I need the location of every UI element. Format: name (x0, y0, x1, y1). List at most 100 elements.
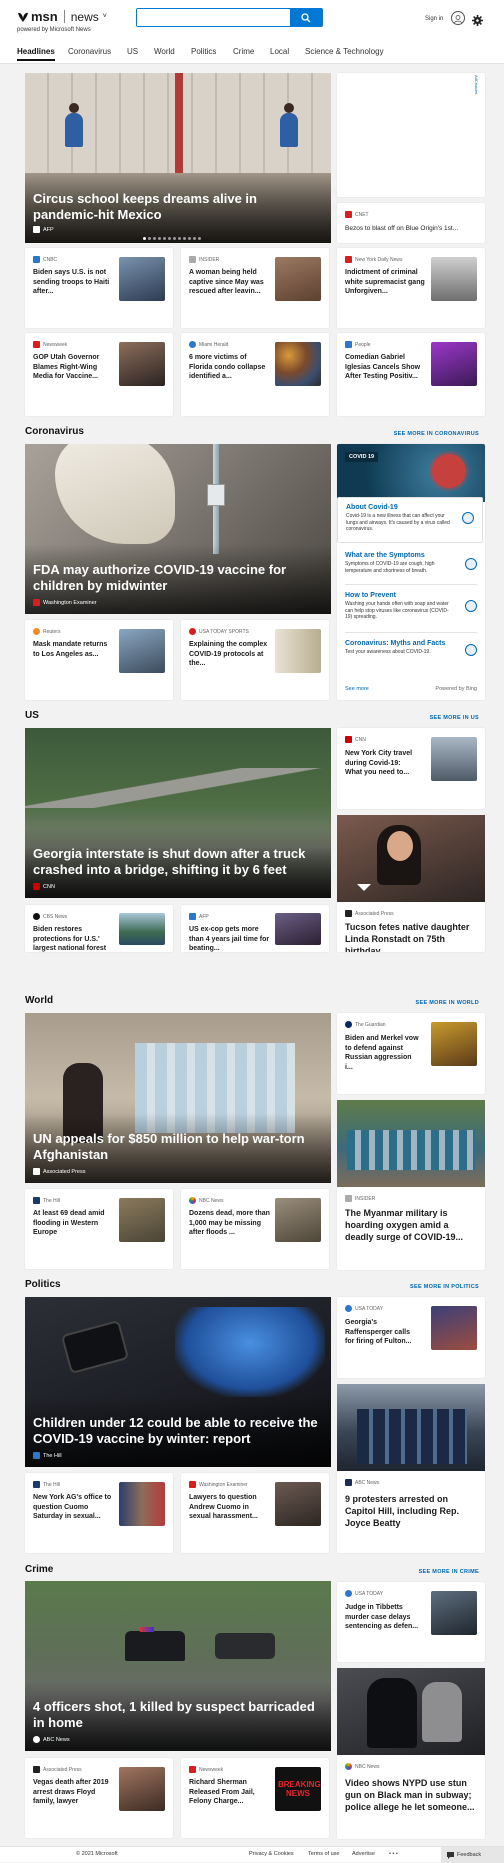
card-title[interactable]: Explaining the complex COVID-19 protocol… (189, 640, 271, 669)
search-input[interactable] (137, 9, 290, 26)
ad-card[interactable]: AdChoices (337, 73, 485, 197)
card-title[interactable]: Mask mandate returns to Los Angeles as..… (33, 640, 115, 659)
image-card[interactable] (337, 815, 485, 902)
card-title[interactable]: Richard Sherman Released From Jail, Felo… (189, 1778, 271, 1807)
card-title[interactable]: New York City travel during Covid-19: Wh… (345, 749, 419, 778)
covid-item-prevent[interactable]: How to Prevent Washing your hands often … (345, 592, 477, 621)
hero-title[interactable]: 4 officers shot, 1 killed by suspect bar… (33, 1699, 323, 1731)
thumbnail[interactable] (275, 257, 321, 301)
card-title[interactable]: Comedian Gabriel Iglesias Cancels Show A… (345, 353, 427, 382)
card-title[interactable]: Indictment of criminal white supremacist… (345, 268, 427, 297)
hero-card[interactable]: Georgia interstate is shut down after a … (25, 728, 331, 898)
hero-title[interactable]: Georgia interstate is shut down after a … (33, 846, 323, 878)
thumbnail[interactable] (275, 913, 321, 945)
tab-science-technology[interactable]: Science & Technology (305, 47, 384, 56)
card-title[interactable]: Tucson fetes native daughter Linda Ronst… (345, 921, 475, 952)
hero-card[interactable]: 4 officers shot, 1 killed by suspect bar… (25, 1581, 331, 1751)
news-card[interactable]: CNN New York City travel during Covid-19… (337, 728, 485, 809)
image-card[interactable] (337, 1668, 485, 1755)
thumbnail[interactable] (119, 1198, 165, 1242)
card-title[interactable]: Dozens dead, more than 1,000 may be miss… (189, 1209, 271, 1238)
news-card[interactable]: New York Daily News Indictment of crimin… (337, 248, 485, 328)
news-card[interactable]: CBS News Biden restores protections for … (25, 905, 173, 952)
hero-card[interactable]: UN appeals for $850 million to help war-… (25, 1013, 331, 1183)
privacy-link[interactable]: Privacy & Cookies (249, 1851, 294, 1857)
ad-choices[interactable]: AdChoices (474, 75, 479, 94)
section-heading-world[interactable]: World (25, 995, 53, 1006)
hero-title[interactable]: UN appeals for $850 million to help war-… (33, 1131, 323, 1163)
card-title[interactable]: A woman being held captive since May was… (189, 268, 271, 297)
terms-link[interactable]: Terms of use (308, 1851, 339, 1857)
thumbnail[interactable] (275, 1482, 321, 1526)
news-card[interactable]: USA TODAY Georgia's Raffensperger calls … (337, 1297, 485, 1378)
more-icon[interactable]: • • • (389, 1851, 398, 1857)
card-title[interactable]: 6 more victims of Florida condo collapse… (189, 353, 271, 382)
section-heading-crime[interactable]: Crime (25, 1564, 53, 1575)
thumbnail[interactable] (119, 629, 165, 673)
tab-local[interactable]: Local (270, 47, 289, 56)
covid-item-title[interactable]: About Covid-19 (346, 504, 474, 511)
thumbnail[interactable] (119, 1767, 165, 1811)
thumbnail[interactable] (275, 342, 321, 386)
hero-title[interactable]: Circus school keeps dreams alive in pand… (33, 191, 323, 223)
news-card[interactable]: NBC News Video shows NYPD use stun gun o… (337, 1755, 485, 1839)
card-title[interactable]: New York AG's office to question Cuomo S… (33, 1493, 115, 1522)
news-card[interactable]: Newsweek Richard Sherman Released From J… (181, 1758, 329, 1838)
thumbnail[interactable] (431, 1591, 477, 1635)
thumbnail[interactable]: BREAKING NEWS (275, 1767, 321, 1811)
see-more-world[interactable]: SEE MORE IN WORLD (416, 1000, 479, 1006)
thumbnail[interactable] (119, 257, 165, 301)
avatar[interactable] (451, 11, 465, 25)
tab-coronavirus[interactable]: Coronavirus (68, 47, 111, 56)
card-title[interactable]: Biden and Merkel vow to defend against R… (345, 1034, 419, 1072)
card-title[interactable]: Biden restores protections for U.S.' lar… (33, 925, 115, 952)
sign-in-link[interactable]: Sign in (425, 16, 443, 22)
feedback-button[interactable]: Feedback (441, 1847, 504, 1863)
chevron-down-icon[interactable]: ˅ (103, 13, 107, 20)
tab-crime[interactable]: Crime (233, 47, 254, 56)
section-heading-coronavirus[interactable]: Coronavirus (25, 426, 84, 437)
card-title[interactable]: At least 69 dead amid flooding in Wester… (33, 1209, 115, 1238)
tab-headlines[interactable]: Headlines (17, 47, 55, 61)
thumbnail[interactable] (431, 342, 477, 386)
news-card[interactable]: Associated Press Tucson fetes native dau… (337, 902, 485, 952)
thumbnail[interactable] (431, 1022, 477, 1066)
news-card[interactable]: The Hill New York AG's office to questio… (25, 1473, 173, 1553)
see-more-politics[interactable]: SEE MORE IN POLITICS (410, 1284, 479, 1290)
section-heading-politics[interactable]: Politics (25, 1279, 61, 1290)
news-card[interactable]: USA TODAY Judge in Tibbetts murder case … (337, 1582, 485, 1662)
covid-item-title[interactable]: How to Prevent (345, 592, 477, 599)
see-more-us[interactable]: SEE MORE IN US (430, 715, 479, 721)
msn-logo[interactable]: msn news ˅ (17, 9, 107, 24)
news-card[interactable]: INSIDER The Myanmar military is hoarding… (337, 1187, 485, 1270)
tab-world[interactable]: World (154, 47, 175, 56)
card-title[interactable]: Georgia's Raffensperger calls for firing… (345, 1318, 419, 1347)
thumbnail[interactable] (275, 1198, 321, 1242)
covid-item-about[interactable]: About Covid-19 Covid-19 is a new illness… (337, 497, 483, 543)
news-card[interactable]: Miami Herald 6 more victims of Florida c… (181, 333, 329, 416)
card-title[interactable]: The Myanmar military is hoarding oxygen … (345, 1207, 475, 1243)
news-card[interactable]: People Comedian Gabriel Iglesias Cancels… (337, 333, 485, 416)
news-card[interactable]: CNBC Biden says U.S. is not sending troo… (25, 248, 173, 328)
covid-item-symptoms[interactable]: What are the Symptoms Symptoms of COVID-… (345, 552, 477, 574)
hero-title[interactable]: Children under 12 could be able to recei… (33, 1415, 323, 1447)
thumbnail[interactable] (275, 629, 321, 673)
news-card[interactable]: Washington Examiner Lawyers to question … (181, 1473, 329, 1553)
thumbnail[interactable] (119, 342, 165, 386)
news-card[interactable]: USA TODAY SPORTS Explaining the complex … (181, 620, 329, 700)
news-card[interactable]: NBC News Dozens dead, more than 1,000 ma… (181, 1189, 329, 1269)
hero-title[interactable]: FDA may authorize COVID-19 vaccine for c… (33, 562, 323, 594)
tab-politics[interactable]: Politics (191, 47, 216, 56)
card-title[interactable]: Bezos to blast off on Blue Origin's 1st.… (345, 225, 458, 232)
news-card[interactable]: The Guardian Biden and Merkel vow to def… (337, 1013, 485, 1094)
covid-item-title[interactable]: What are the Symptoms (345, 552, 477, 559)
see-more-crime[interactable]: SEE MORE IN CRIME (419, 1569, 479, 1575)
search-button[interactable] (290, 9, 322, 26)
tab-us[interactable]: US (127, 47, 138, 56)
side-card-bezos[interactable]: CNET Bezos to blast off on Blue Origin's… (337, 203, 485, 243)
news-card[interactable]: ABC News 9 protesters arrested on Capito… (337, 1471, 485, 1553)
news-card[interactable]: Newsweek GOP Utah Governor Blames Right-… (25, 333, 173, 416)
gear-icon[interactable] (472, 13, 483, 26)
image-card[interactable] (337, 1100, 485, 1187)
carousel-dots[interactable] (143, 237, 201, 240)
